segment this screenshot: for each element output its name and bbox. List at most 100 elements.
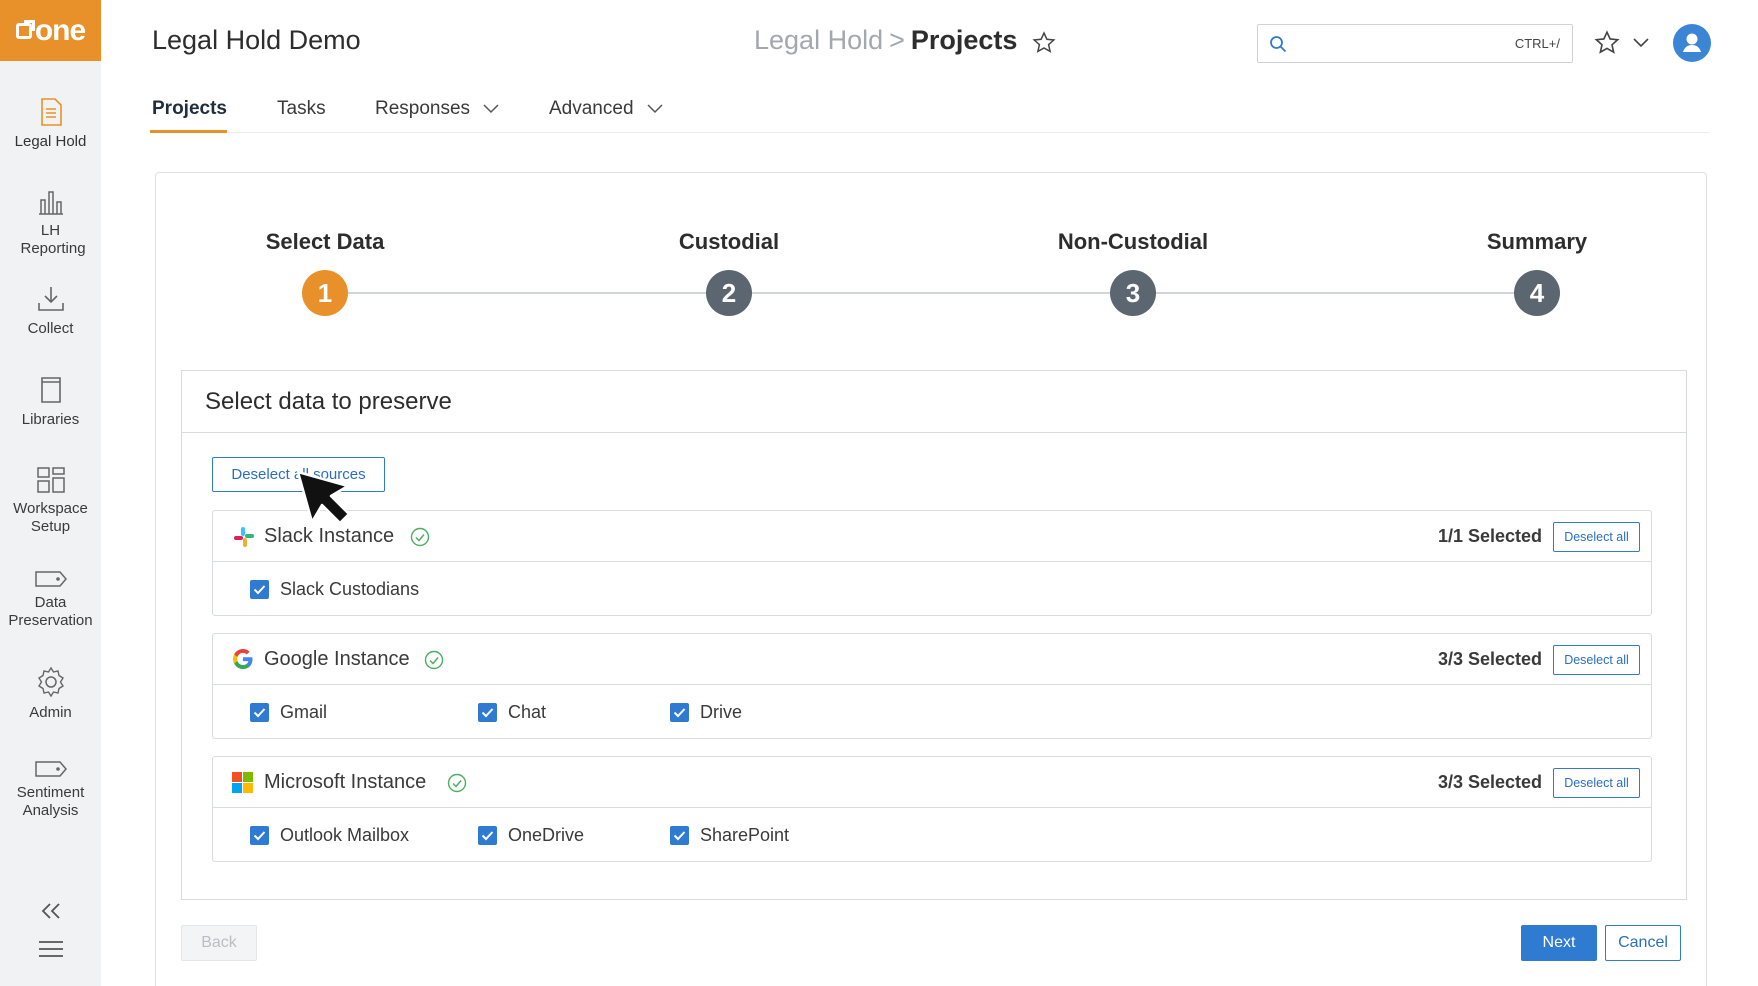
source-microsoft: Microsoft Instance 3/3 Selected Deselect… xyxy=(212,756,1652,862)
option-label: Slack Custodians xyxy=(280,579,420,599)
checkmark-icon xyxy=(673,831,686,841)
tab-divider xyxy=(150,132,1710,133)
deselect-all-button[interactable]: Deselect all xyxy=(1553,522,1640,552)
sidebar-item-label: Sentiment Analysis xyxy=(16,784,85,819)
tab-projects[interactable]: Projects xyxy=(152,98,227,120)
source-google: Google Instance 3/3 Selected Deselect al… xyxy=(212,633,1652,739)
checkmark-icon xyxy=(673,708,686,718)
checkbox-checked[interactable] xyxy=(670,703,689,722)
sidebar-item-lh-reporting[interactable]: LH Reporting xyxy=(0,188,101,258)
search-shortcut-hint: CTRL+/ xyxy=(1514,36,1560,51)
step-3-indicator[interactable]: 3 xyxy=(1110,270,1156,316)
user-avatar[interactable] xyxy=(1673,24,1711,62)
favorites-dropdown-button[interactable] xyxy=(1632,36,1650,54)
menu-button[interactable] xyxy=(0,940,101,963)
option-gmail[interactable]: Gmail xyxy=(250,702,327,723)
global-search[interactable]: CTRL+/ xyxy=(1257,24,1573,63)
selected-count: 3/3 Selected xyxy=(1437,649,1542,669)
book-icon xyxy=(40,377,61,403)
sidebar: one Legal Hold LH Reporting Collect Libr… xyxy=(0,0,101,986)
breadcrumb: Legal Hold > Projects xyxy=(754,25,1017,56)
option-chat[interactable]: Chat xyxy=(478,702,546,723)
checkmark-icon xyxy=(481,708,494,718)
option-label: Drive xyxy=(700,702,743,722)
source-header: Microsoft Instance 3/3 Selected Deselect… xyxy=(213,757,1651,808)
sidebar-item-label: Admin xyxy=(29,704,72,721)
checkbox-checked[interactable] xyxy=(478,826,497,845)
check-circle-icon xyxy=(447,773,467,793)
favorites-button[interactable] xyxy=(1594,30,1620,61)
option-sharepoint[interactable]: SharePoint xyxy=(670,825,789,846)
user-icon xyxy=(1683,33,1701,52)
checkbox-checked[interactable] xyxy=(250,826,269,845)
step-connector xyxy=(1155,292,1537,294)
star-outline-icon xyxy=(1594,30,1620,54)
download-tray-icon xyxy=(37,287,64,311)
tab-tasks[interactable]: Tasks xyxy=(277,98,326,120)
sidebar-item-workspace-setup[interactable]: Workspace Setup xyxy=(0,466,101,536)
search-icon xyxy=(1270,36,1287,53)
option-onedrive[interactable]: OneDrive xyxy=(478,825,584,846)
option-label: Chat xyxy=(508,702,547,722)
favorite-page-button[interactable] xyxy=(1032,31,1056,60)
sidebar-item-label: Data Preservation xyxy=(8,594,93,629)
chevron-down-icon xyxy=(483,104,499,114)
sidebar-item-sentiment-analysis[interactable]: Sentiment Analysis xyxy=(0,760,101,820)
step-connector xyxy=(348,292,728,294)
deselect-all-button[interactable]: Deselect all xyxy=(1553,768,1640,798)
step-4-indicator[interactable]: 4 xyxy=(1514,270,1560,316)
source-slack: Slack Instance 1/1 Selected Deselect all… xyxy=(212,510,1652,616)
sidebar-item-admin[interactable]: Admin xyxy=(0,666,101,722)
step-label-summary: Summary xyxy=(1486,229,1588,254)
bar-chart-icon xyxy=(38,191,63,215)
step-connector xyxy=(751,292,1134,294)
sidebar-item-data-preservation[interactable]: Data Preservation xyxy=(0,570,101,630)
source-header: Google Instance 3/3 Selected Deselect al… xyxy=(213,634,1651,685)
double-chevron-left-icon xyxy=(41,903,60,919)
sidebar-item-label: Collect xyxy=(27,320,74,337)
checkbox-checked[interactable] xyxy=(250,580,269,599)
step-2-indicator[interactable]: 2 xyxy=(706,270,752,316)
breadcrumb-parent-link[interactable]: Legal Hold xyxy=(754,25,883,55)
collapse-sidebar-button[interactable] xyxy=(0,902,101,925)
selected-count: 3/3 Selected xyxy=(1437,772,1542,792)
app-logo[interactable]: one xyxy=(0,0,101,61)
check-circle-icon xyxy=(410,527,430,547)
tab-advanced[interactable]: Advanced xyxy=(549,98,663,120)
option-slack-custodians[interactable]: Slack Custodians xyxy=(250,579,419,600)
sidebar-item-collect[interactable]: Collect xyxy=(0,284,101,338)
slack-logo-icon xyxy=(234,527,254,547)
tab-responses[interactable]: Responses xyxy=(375,98,499,120)
step-1-indicator[interactable]: 1 xyxy=(302,270,348,316)
option-drive[interactable]: Drive xyxy=(670,702,742,723)
checkbox-checked[interactable] xyxy=(250,703,269,722)
tag-icon xyxy=(34,571,67,587)
chevron-down-icon xyxy=(1633,38,1649,48)
logo-mark-icon xyxy=(15,19,35,39)
breadcrumb-current: Projects xyxy=(910,25,1018,55)
source-name: Microsoft Instance xyxy=(264,771,427,793)
mouse-pointer-icon xyxy=(296,470,351,525)
deselect-all-button[interactable]: Deselect all xyxy=(1553,645,1640,675)
checkbox-checked[interactable] xyxy=(478,703,497,722)
google-logo-icon xyxy=(233,649,253,669)
star-outline-icon xyxy=(1032,31,1056,53)
option-label: OneDrive xyxy=(508,825,585,845)
panel-divider xyxy=(181,432,1687,433)
sidebar-item-libraries[interactable]: Libraries xyxy=(0,375,101,429)
back-button[interactable]: Back xyxy=(181,925,257,961)
option-outlook-mailbox[interactable]: Outlook Mailbox xyxy=(250,825,409,846)
checkbox-checked[interactable] xyxy=(670,826,689,845)
step-label-custodial: Custodial xyxy=(678,229,780,254)
step-label-select-data: Select Data xyxy=(265,229,385,254)
next-button[interactable]: Next xyxy=(1521,925,1597,961)
step-label-non-custodial: Non-Custodial xyxy=(1057,229,1209,254)
sidebar-item-legal-hold[interactable]: Legal Hold xyxy=(0,97,101,151)
grid-layout-icon xyxy=(36,467,65,493)
sidebar-item-label: Libraries xyxy=(21,411,80,428)
sidebar-item-label: LH Reporting xyxy=(20,222,86,257)
page-title: Legal Hold Demo xyxy=(152,25,361,55)
cancel-button[interactable]: Cancel xyxy=(1605,925,1681,961)
option-label: Outlook Mailbox xyxy=(280,825,410,845)
document-icon xyxy=(40,98,62,126)
